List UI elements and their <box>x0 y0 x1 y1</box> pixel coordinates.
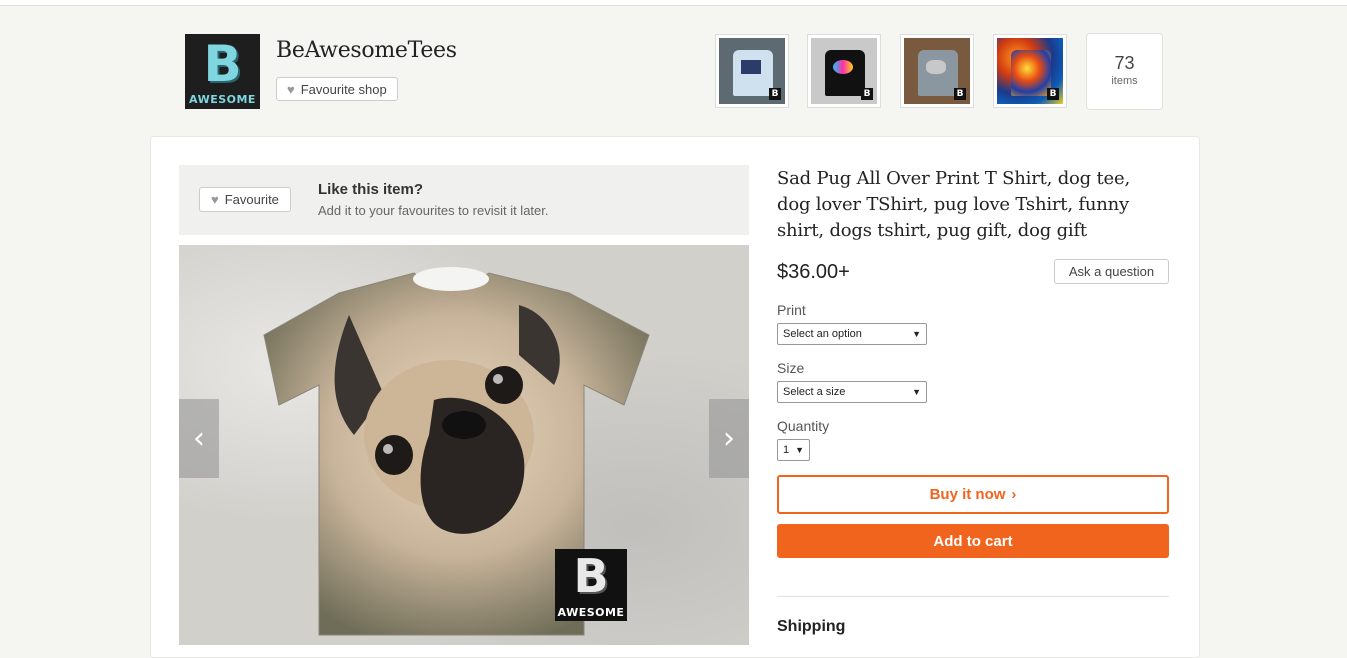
items-count-label: items <box>1111 75 1138 87</box>
brand-mark: B <box>1047 88 1059 100</box>
size-select[interactable]: Select a size ▼ <box>777 381 927 403</box>
add-to-cart-button[interactable]: Add to cart <box>777 524 1169 558</box>
shop-name[interactable]: BeAwesomeTees <box>276 38 457 63</box>
listing-price: $36.00+ <box>777 261 850 283</box>
buy-now-label: Buy it now <box>929 486 1006 503</box>
chevron-right-icon: › <box>1011 486 1017 503</box>
buy-now-button[interactable]: Buy it now › <box>777 475 1169 514</box>
shop-logo-letter: B <box>203 35 242 93</box>
shop-thumbnail[interactable]: B <box>807 34 881 108</box>
caret-down-icon: ▼ <box>912 329 921 339</box>
shop-thumbnail[interactable]: B <box>715 34 789 108</box>
shop-logo-word: AWESOME <box>189 93 256 106</box>
shipping-heading[interactable]: Shipping <box>777 618 845 636</box>
heart-icon: ♥ <box>287 81 295 97</box>
shop-items-count[interactable]: 73 items <box>1086 33 1163 110</box>
watermark-letter: B <box>573 549 609 603</box>
heart-icon: ♥ <box>211 192 219 207</box>
section-divider <box>777 596 1169 597</box>
next-image-button[interactable]: › <box>709 399 749 478</box>
favourite-item-button[interactable]: ♥ Favourite <box>199 187 291 212</box>
ask-question-button[interactable]: Ask a question <box>1054 259 1169 284</box>
print-label: Print <box>777 302 806 318</box>
caret-down-icon: ▼ <box>795 445 804 455</box>
brand-mark: B <box>769 88 781 100</box>
favourite-prompt-title: Like this item? <box>318 181 424 198</box>
size-select-value: Select a size <box>783 386 846 398</box>
shop-thumbnail[interactable]: B <box>900 34 974 108</box>
watermark-logo: B AWESOME <box>555 549 627 621</box>
product-photo[interactable] <box>179 245 749 645</box>
pug-tshirt-illustration <box>263 267 650 636</box>
top-border <box>0 0 1347 6</box>
thumbnail-image: B <box>719 38 785 104</box>
tee-print <box>741 60 761 74</box>
shop-thumbnail[interactable]: B <box>993 34 1067 108</box>
print-select-value: Select an option <box>783 328 862 340</box>
chevron-left-icon: ‹ <box>193 421 205 456</box>
tee-shape <box>1011 50 1051 96</box>
thumbnail-image: B <box>811 38 877 104</box>
brand-mark: B <box>954 88 966 100</box>
listing-title: Sad Pug All Over Print T Shirt, dog tee,… <box>777 168 1130 241</box>
brand-mark: B <box>861 88 873 100</box>
favourite-shop-label: Favourite shop <box>300 81 387 97</box>
watermark-word: AWESOME <box>557 606 625 619</box>
size-label: Size <box>777 360 805 376</box>
print-select[interactable]: Select an option ▼ <box>777 323 927 345</box>
quantity-label: Quantity <box>777 418 830 434</box>
chevron-right-icon: › <box>723 421 735 456</box>
favourite-prompt-subtitle: Add it to your favourites to revisit it … <box>318 203 549 218</box>
shop-logo[interactable]: B AWESOME <box>185 34 260 109</box>
quantity-select-value: 1 <box>783 444 790 456</box>
caret-down-icon: ▼ <box>912 387 921 397</box>
tee-print <box>926 60 946 74</box>
previous-image-button[interactable]: ‹ <box>179 399 219 478</box>
items-count-value: 73 <box>1114 53 1135 73</box>
thumbnail-image: B <box>904 38 970 104</box>
thumbnail-image: B <box>997 38 1063 104</box>
quantity-select[interactable]: 1 ▼ <box>777 439 810 461</box>
tee-print <box>833 60 853 74</box>
favourite-shop-button[interactable]: ♥ Favourite shop <box>276 77 398 101</box>
favourite-item-label: Favourite <box>224 192 279 207</box>
